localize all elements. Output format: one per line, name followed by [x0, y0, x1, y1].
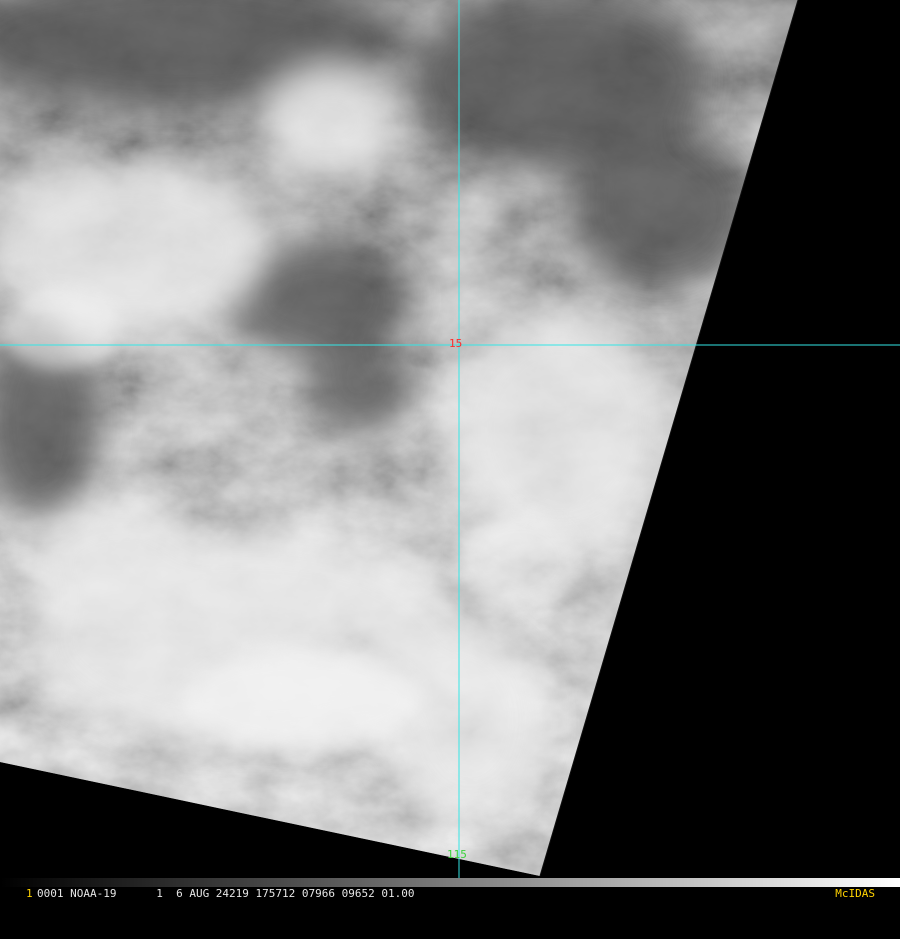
status-bar: 1 0001 NOAA-19 1 6 AUG 24219 175712 0796… [0, 887, 900, 900]
frame-number: 1 [26, 887, 33, 900]
mcidas-brand: McIDAS [835, 887, 875, 900]
image-metadata-text: 0001 NOAA-19 1 6 AUG 24219 175712 07966 … [37, 887, 415, 900]
longitude-label: 115 [447, 848, 467, 861]
satellite-image [0, 0, 900, 900]
latitude-label: 15 [449, 337, 463, 350]
grayscale-bar [0, 878, 900, 887]
